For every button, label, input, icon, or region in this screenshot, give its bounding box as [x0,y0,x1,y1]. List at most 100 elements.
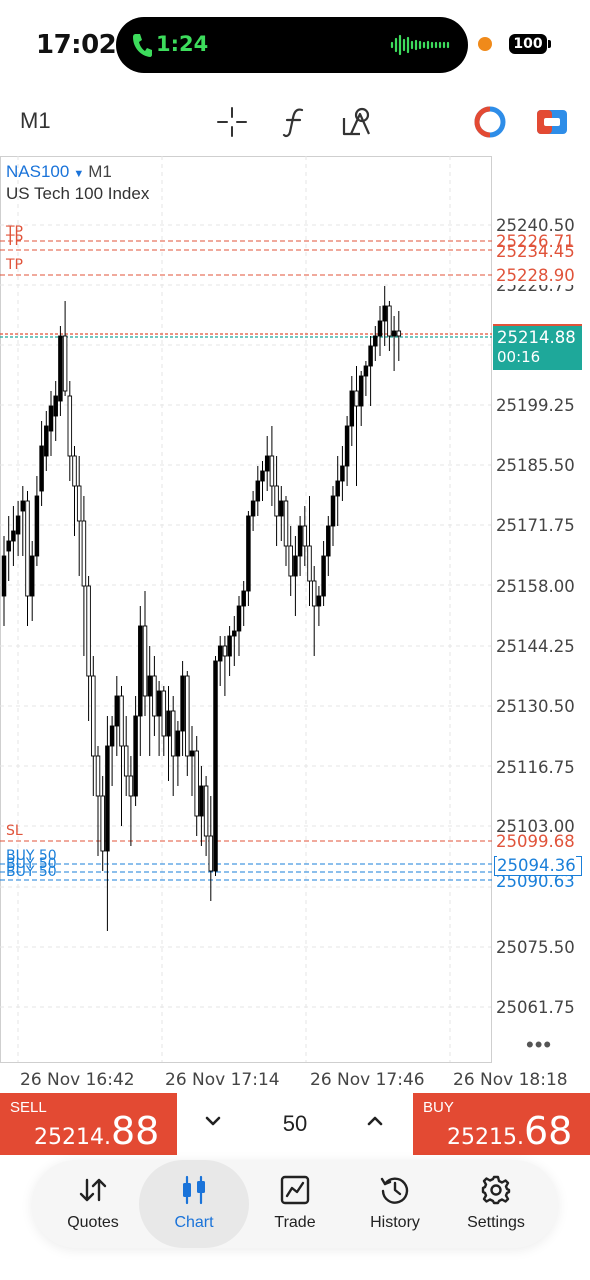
bull-candle [241,590,246,607]
bear-candle [62,335,68,392]
bear-candle [269,455,275,487]
bear-candle [81,520,87,587]
price-axis-label: 25075.50 [496,938,575,957]
timeframe-button[interactable]: M1 [20,108,51,134]
price-axis-label: 25116.75 [496,758,575,777]
bull-candle [189,750,195,757]
battery-indicator: 100 [509,34,547,54]
nav-chart[interactable]: Chart [139,1160,249,1248]
bull-candle [255,480,261,502]
price-axis-label: 25130.50 [496,697,575,716]
bear-candle [86,585,91,677]
tp-tag[interactable]: TP [6,233,23,249]
price-axis-label: 25185.50 [496,456,575,475]
bull-candle [335,480,340,497]
bull-candle [321,555,326,597]
bull-candle [340,465,345,482]
bear-candle [311,580,317,607]
nav-history[interactable]: History [345,1160,445,1248]
nav-settings[interactable]: Settings [446,1160,546,1248]
trade-chart-icon [280,1175,310,1205]
buy-price: 25215.68 [447,1109,573,1153]
bull-candle [232,630,237,637]
trade-panel-icon[interactable] [534,104,570,140]
bull-candle [391,330,397,337]
bear-candle [387,305,392,337]
price-axis-label: 25199.25 [496,396,575,415]
one-click-trading-icon[interactable] [472,104,508,140]
bull-candle [344,425,350,467]
bull-candle [1,555,7,597]
bull-candle [236,605,242,632]
tp-tag[interactable]: TP [6,257,23,273]
tp-price-label: 25228.90 [496,266,575,285]
bear-candle [95,755,101,797]
symbol-header[interactable]: NAS100 ▼ M1 [6,162,112,182]
bear-candle [194,750,199,817]
bull-candle [114,695,120,727]
bull-candle [133,715,138,797]
bull-candle [217,645,223,662]
buy-button[interactable]: BUY 25215.68 [413,1093,590,1155]
bear-candle [72,455,77,487]
bear-candle [152,675,157,717]
chevron-up-icon[interactable] [363,1109,387,1133]
recording-indicator [478,37,492,51]
nav-trade[interactable]: Trade [245,1160,345,1248]
crosshair-icon[interactable] [214,104,250,140]
time-axis-label: 26 Nov 18:18 [453,1070,568,1090]
bull-candle [279,500,284,517]
bull-candle [147,675,152,697]
bear-candle [307,545,312,582]
tp-price-label: 25234.45 [496,242,575,261]
bull-candle [246,515,251,592]
more-icon[interactable]: ••• [526,1032,552,1058]
bull-candle [368,345,373,367]
price-chart[interactable]: NAS100 ▼ M1 US Tech 100 Index TP TP TP SL … [0,156,590,1092]
quotes-arrows-icon [79,1178,107,1202]
price-axis-label: 25144.25 [496,637,575,656]
bull-candle [250,500,256,517]
bull-candle [358,375,364,407]
indicators-icon[interactable] [276,104,312,140]
current-price: 25214.88 [497,328,576,347]
symbol-name[interactable]: NAS100 [6,162,69,181]
nav-quotes[interactable]: Quotes [43,1160,143,1248]
bull-candle [297,525,303,557]
bear-candle [396,330,402,337]
time-axis-label: 26 Nov 16:42 [20,1070,135,1090]
bear-candle [76,485,82,522]
sell-button[interactable]: SELL 25214.88 [0,1093,177,1155]
bull-candle [53,395,58,417]
bear-candle [288,545,293,577]
phone-icon [133,34,152,57]
dynamic-island[interactable]: 1:24 [116,17,468,73]
sl-tag[interactable]: SL [6,823,23,839]
bull-candle [166,710,171,737]
bar-countdown: 00:16 [497,348,541,366]
bull-candle [34,495,40,557]
time-axis-label: 26 Nov 17:14 [165,1070,280,1090]
bull-candle [213,660,218,872]
bull-candle [349,390,355,427]
volume-control: 50 [177,1093,413,1155]
bull-candle [260,470,265,482]
bull-candle [6,540,11,552]
bull-candle [330,495,336,527]
symbol-timeframe: M1 [88,162,112,181]
audio-waveform-icon [390,34,450,56]
buy-price-label: 25094.36 [497,856,576,875]
sell-price: 25214.88 [34,1109,160,1153]
bear-candle [208,835,214,872]
bull-candle [293,555,298,577]
bear-candle [67,395,73,457]
bull-candle [138,625,143,717]
symbol-dropdown-icon[interactable]: ▼ [73,168,84,180]
buy-order-tag[interactable]: BUY 50 [6,864,57,880]
bull-candle [382,305,387,322]
bull-candle [29,555,35,597]
gear-icon [481,1175,511,1205]
bear-candle [25,500,30,597]
history-clock-icon [380,1177,409,1204]
drawing-objects-icon[interactable] [340,104,376,140]
